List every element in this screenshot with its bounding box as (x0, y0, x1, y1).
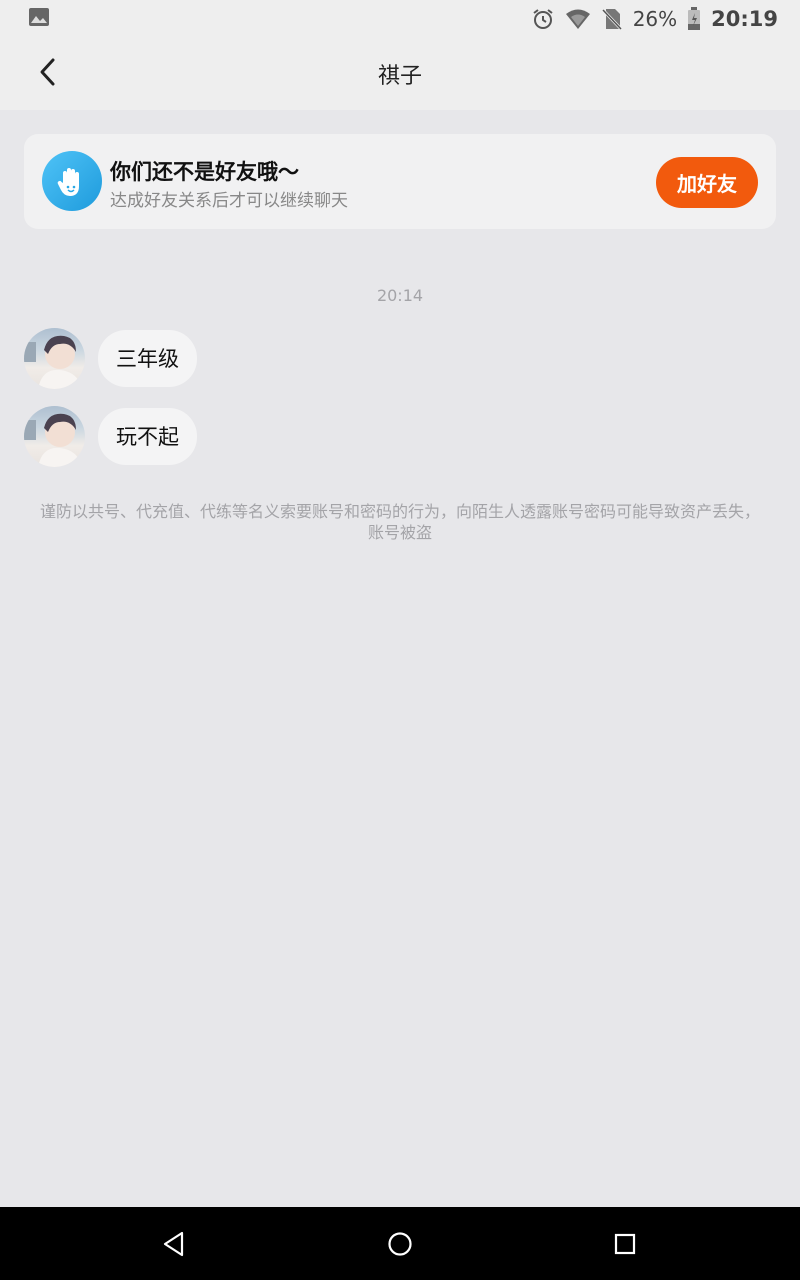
status-time: 20:19 (711, 7, 778, 31)
message-row: 三年级 (24, 327, 197, 389)
nav-home-icon[interactable] (387, 1231, 413, 1257)
message-timestamp: 20:14 (376, 286, 424, 305)
status-bar: 26% 20:19 (0, 0, 800, 38)
page-title: 祺子 (377, 64, 422, 89)
wifi-icon (565, 8, 591, 30)
image-icon (28, 7, 50, 31)
message-bubble[interactable]: 三年级 (98, 329, 197, 387)
battery-percent: 26% (632, 7, 678, 31)
avatar[interactable] (24, 405, 85, 467)
status-left (28, 7, 50, 31)
top-bar: 祺子 (0, 38, 800, 110)
nav-recents-icon[interactable] (612, 1231, 638, 1257)
add-friend-button[interactable]: 加好友 (656, 157, 758, 208)
status-right: 26% 20:19 (531, 7, 778, 31)
friend-banner: 你们还不是好友哦～ 达成好友关系后才可以继续聊天 加好友 (24, 134, 776, 229)
nav-back-icon[interactable] (161, 1231, 187, 1257)
security-notice: 谨防以共号、代充值、代练等名义索要账号和密码的行为，向陌生人透露账号密码可能导致… (40, 502, 761, 542)
avatar[interactable] (24, 327, 85, 389)
battery-icon (687, 7, 701, 31)
banner-title: 你们还不是好友哦～ (110, 160, 299, 184)
message-bubble[interactable]: 玩不起 (98, 407, 197, 465)
hand-wave-icon (42, 151, 102, 211)
no-sim-icon (601, 7, 623, 31)
system-nav-bar (0, 1207, 800, 1280)
message-row: 玩不起 (24, 405, 197, 467)
banner-subtitle: 达成好友关系后才可以继续聊天 (110, 191, 348, 211)
alarm-icon (531, 7, 555, 31)
